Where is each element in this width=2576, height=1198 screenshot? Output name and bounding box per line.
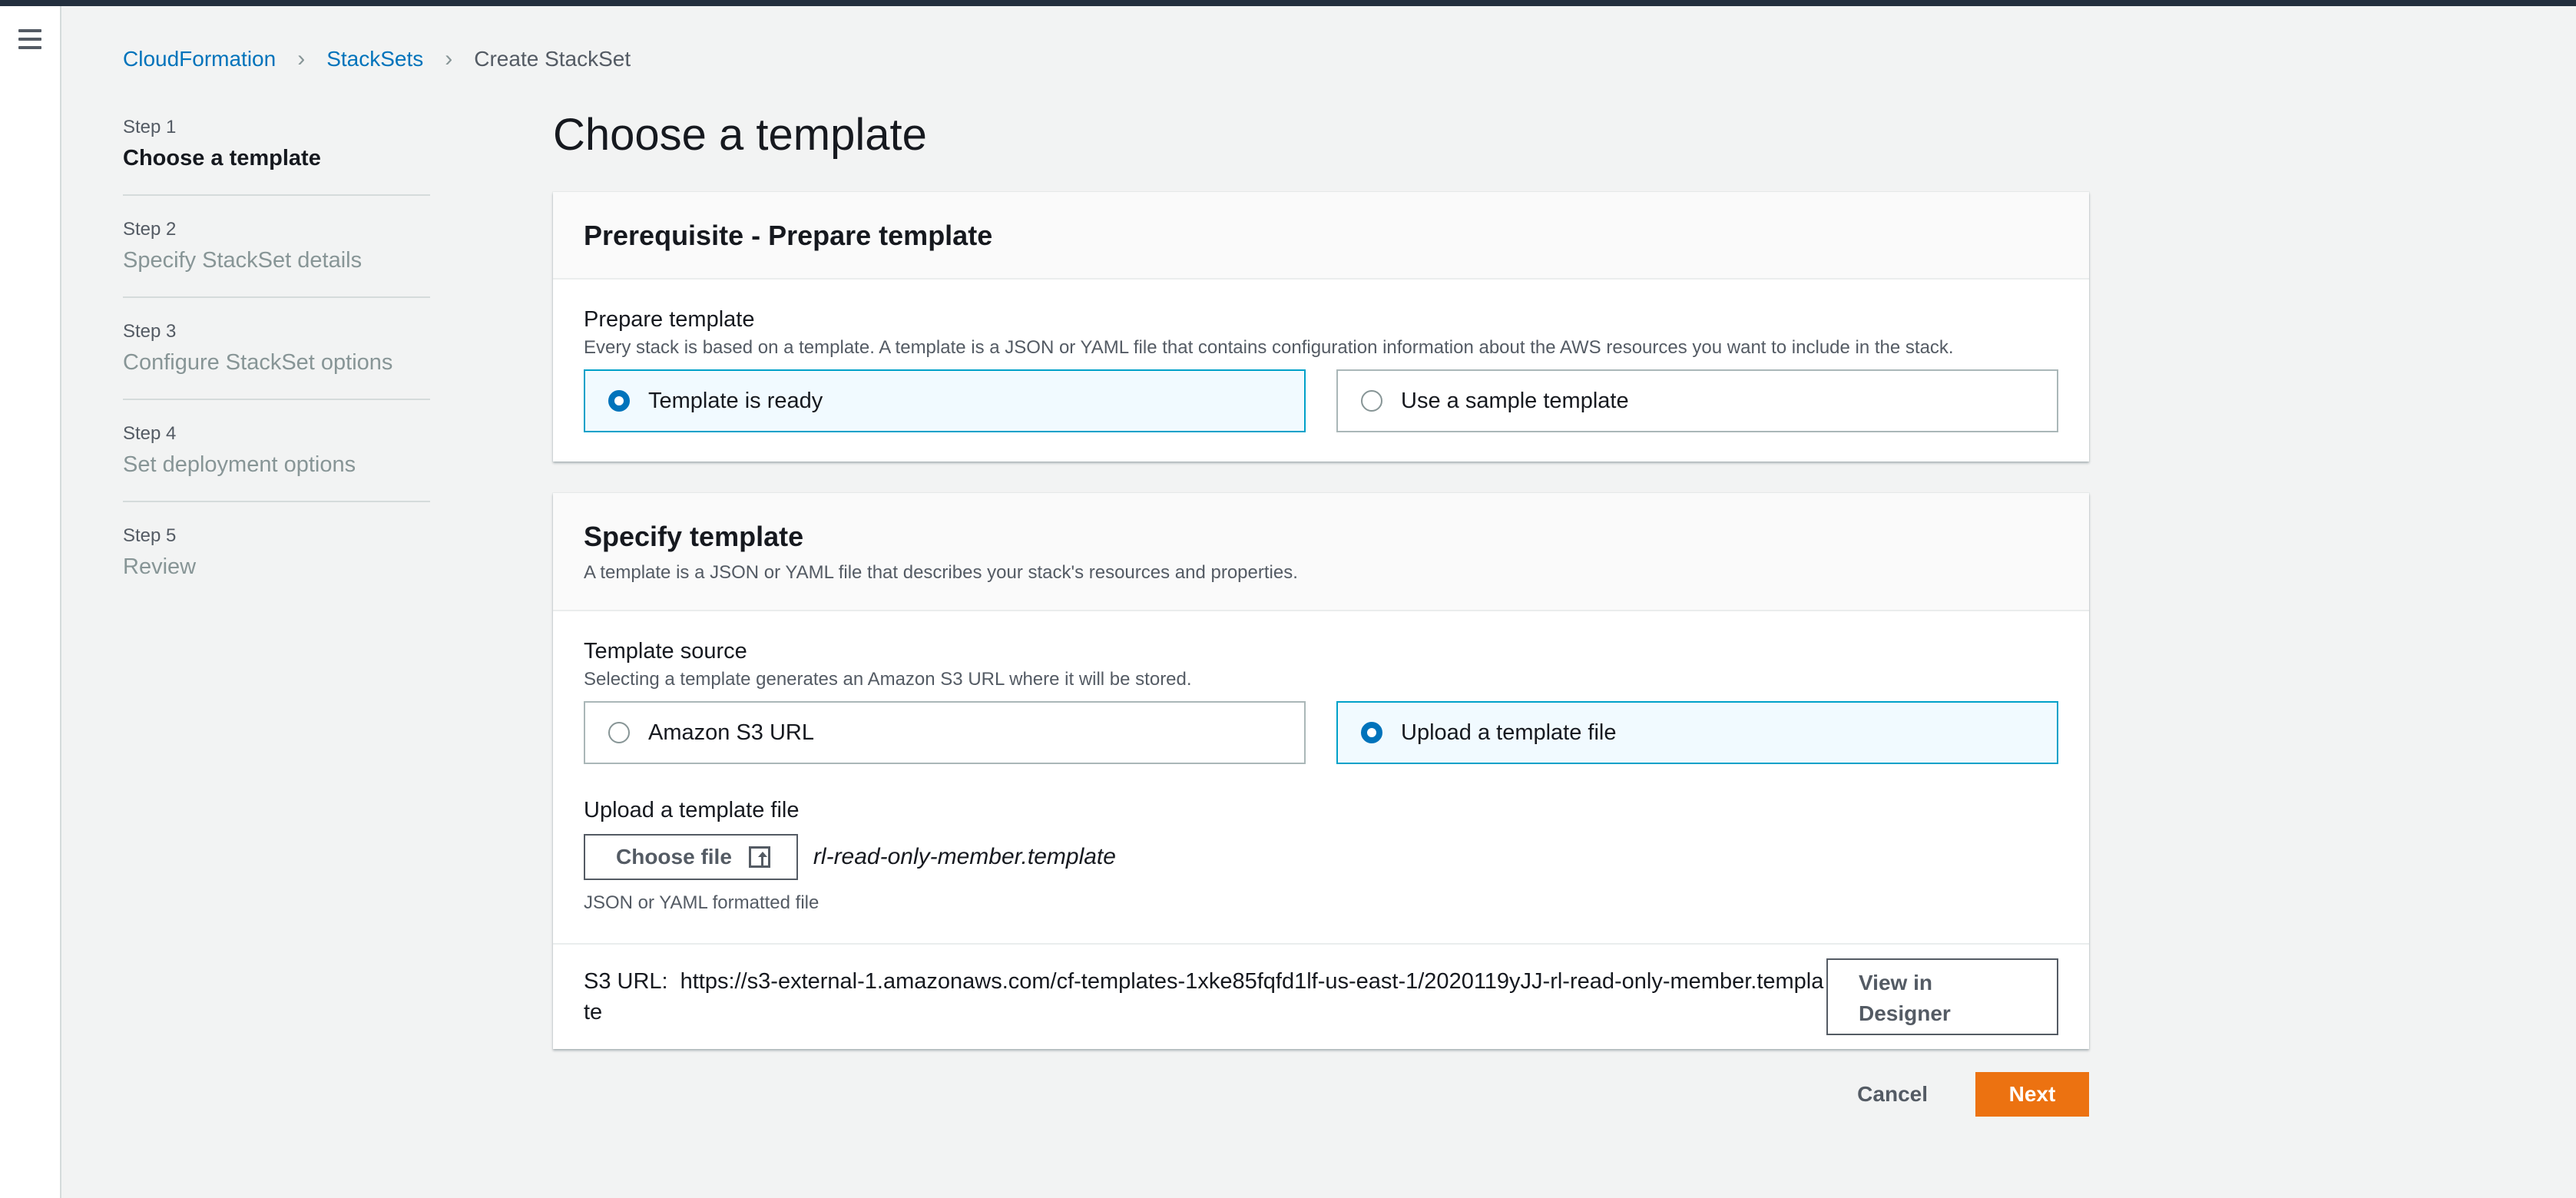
s3-url-key: S3 URL:: [584, 969, 668, 994]
option-label: Template is ready: [648, 388, 823, 413]
template-source-description: Selecting a template generates an Amazon…: [584, 669, 1192, 690]
wizard-step-2: Step 2 Specify StackSet details: [123, 219, 430, 298]
prepare-template-label: Prepare template: [584, 307, 755, 332]
wizard-step-5: Step 5 Review: [123, 525, 430, 603]
s3-url-row: S3 URL: https://s3-external-1.amazonaws.c…: [553, 943, 2089, 1049]
radio-unselected-icon[interactable]: [608, 722, 630, 743]
step-label: Choose a template: [123, 146, 321, 170]
chevron-right-icon: ›: [445, 46, 453, 71]
step-number: Step 5: [123, 525, 177, 546]
panel-header: Prerequisite - Prepare template: [553, 192, 2089, 280]
wizard-actions: Cancel Next: [553, 1072, 2089, 1117]
option-template-is-ready[interactable]: Template is ready: [584, 369, 1306, 432]
radio-unselected-icon[interactable]: [1361, 390, 1382, 412]
next-button[interactable]: Next: [1975, 1072, 2089, 1117]
view-in-designer-button[interactable]: View in Designer: [1826, 958, 2058, 1035]
step-label: Review: [123, 554, 197, 579]
prepare-template-options: Template is ready Use a sample template: [584, 369, 2058, 432]
upload-hint: JSON or YAML formatted file: [584, 892, 819, 913]
wizard-steps: Step 1 Choose a template Step 2 Specify …: [123, 117, 430, 626]
step-number: Step 1: [123, 117, 177, 137]
panel-title: Prerequisite - Prepare template: [584, 220, 993, 251]
option-upload-template-file[interactable]: Upload a template file: [1336, 701, 2058, 764]
panel-description: A template is a JSON or YAML file that d…: [584, 562, 1298, 583]
wizard-step-4: Step 4 Set deployment options: [123, 423, 430, 502]
cancel-button[interactable]: Cancel: [1857, 1082, 1928, 1107]
choose-file-button[interactable]: Choose file: [584, 834, 798, 880]
wizard-step-1: Step 1 Choose a template: [123, 117, 430, 196]
option-amazon-s3-url[interactable]: Amazon S3 URL: [584, 701, 1306, 764]
step-number: Step 2: [123, 219, 177, 240]
choose-file-label: Choose file: [616, 845, 732, 869]
upload-template-label: Upload a template file: [584, 798, 800, 822]
panel-header: Specify template A template is a JSON or…: [553, 493, 2089, 611]
s3-url-value: https://s3-external-1.amazonaws.com/cf-t…: [584, 969, 1824, 1024]
selected-filename: rl-read-only-member.template: [813, 844, 1116, 869]
template-source-options: Amazon S3 URL Upload a template file: [584, 701, 2058, 764]
template-source-label: Template source: [584, 639, 747, 664]
radio-selected-icon[interactable]: [608, 390, 630, 412]
panel-title: Specify template: [584, 521, 804, 552]
wizard-step-3: Step 3 Configure StackSet options: [123, 321, 430, 400]
option-label: Upload a template file: [1401, 720, 1617, 745]
top-bar: [0, 0, 2576, 6]
breadcrumb-cloudformation[interactable]: CloudFormation: [123, 47, 276, 71]
step-label: Configure StackSet options: [123, 350, 393, 375]
page-title: Choose a template: [553, 110, 927, 160]
s3-url-text: S3 URL: https://s3-external-1.amazonaws.c…: [584, 966, 1828, 1028]
prepare-template-description: Every stack is based on a template. A te…: [584, 337, 1954, 358]
step-label: Specify StackSet details: [123, 248, 363, 273]
step-label: Set deployment options: [123, 452, 356, 477]
side-navigation-rail: [0, 6, 61, 1198]
breadcrumb: CloudFormation › StackSets › Create Stac…: [123, 46, 631, 72]
option-use-sample-template[interactable]: Use a sample template: [1336, 369, 2058, 432]
breadcrumb-stacksets[interactable]: StackSets: [326, 47, 423, 71]
radio-selected-icon[interactable]: [1361, 722, 1382, 743]
menu-hamburger-icon[interactable]: [18, 29, 41, 49]
step-number: Step 3: [123, 321, 177, 342]
panel-body: Template source Selecting a template gen…: [553, 611, 2089, 943]
panel-body: Prepare template Every stack is based on…: [553, 280, 2089, 462]
upload-row: Choose file rl-read-only-member.template: [584, 834, 2058, 880]
upload-icon: [748, 846, 770, 868]
option-label: Amazon S3 URL: [648, 720, 814, 745]
breadcrumb-current: Create StackSet: [474, 47, 631, 71]
prerequisite-panel: Prerequisite - Prepare template Prepare …: [553, 192, 2089, 462]
chevron-right-icon: ›: [297, 46, 306, 71]
specify-template-panel: Specify template A template is a JSON or…: [553, 493, 2089, 1049]
step-number: Step 4: [123, 423, 177, 444]
option-label: Use a sample template: [1401, 388, 1629, 413]
